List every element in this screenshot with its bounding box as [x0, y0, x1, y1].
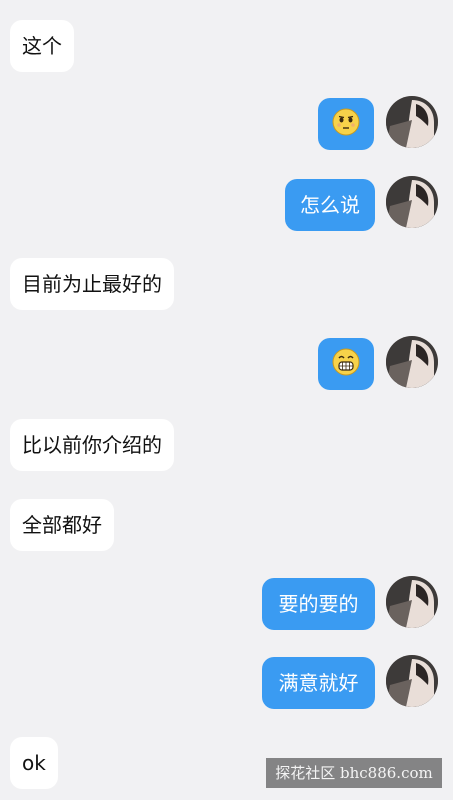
message-bubble-incoming[interactable]: 全部都好 — [10, 499, 114, 551]
message-bubble-outgoing[interactable]: 要的要的 — [262, 578, 375, 630]
message-bubble-incoming[interactable]: 目前为止最好的 — [10, 258, 174, 310]
message-text: 全部都好 — [22, 513, 102, 537]
message-text: 目前为止最好的 — [22, 272, 162, 296]
grinning-face-emoji-icon — [332, 348, 360, 381]
neutral-face-emoji-icon — [332, 108, 360, 141]
message-bubble-outgoing[interactable] — [318, 98, 374, 150]
chat-thread: 这个 怎么说 目前为止最好的 比以前你介绍的 全部都好 要的要的 满意就好 ok… — [0, 0, 453, 800]
avatar[interactable] — [386, 96, 438, 148]
message-text: 怎么说 — [300, 193, 360, 217]
avatar[interactable] — [386, 576, 438, 628]
watermark: 探花社区 bhc886.com — [266, 758, 442, 788]
message-bubble-incoming[interactable]: 比以前你介绍的 — [10, 419, 174, 471]
message-bubble-outgoing[interactable]: 满意就好 — [262, 657, 375, 709]
message-bubble-incoming[interactable]: 这个 — [10, 20, 74, 72]
avatar[interactable] — [386, 655, 438, 707]
message-bubble-outgoing[interactable]: 怎么说 — [285, 179, 375, 231]
message-bubble-incoming[interactable]: ok — [10, 737, 58, 789]
avatar[interactable] — [386, 176, 438, 228]
message-text: 这个 — [22, 34, 62, 58]
message-bubble-outgoing[interactable] — [318, 338, 374, 390]
message-text: ok — [22, 751, 46, 775]
message-text: 比以前你介绍的 — [22, 433, 162, 457]
avatar[interactable] — [386, 336, 438, 388]
message-text: 满意就好 — [278, 671, 359, 695]
message-text: 要的要的 — [278, 592, 359, 616]
